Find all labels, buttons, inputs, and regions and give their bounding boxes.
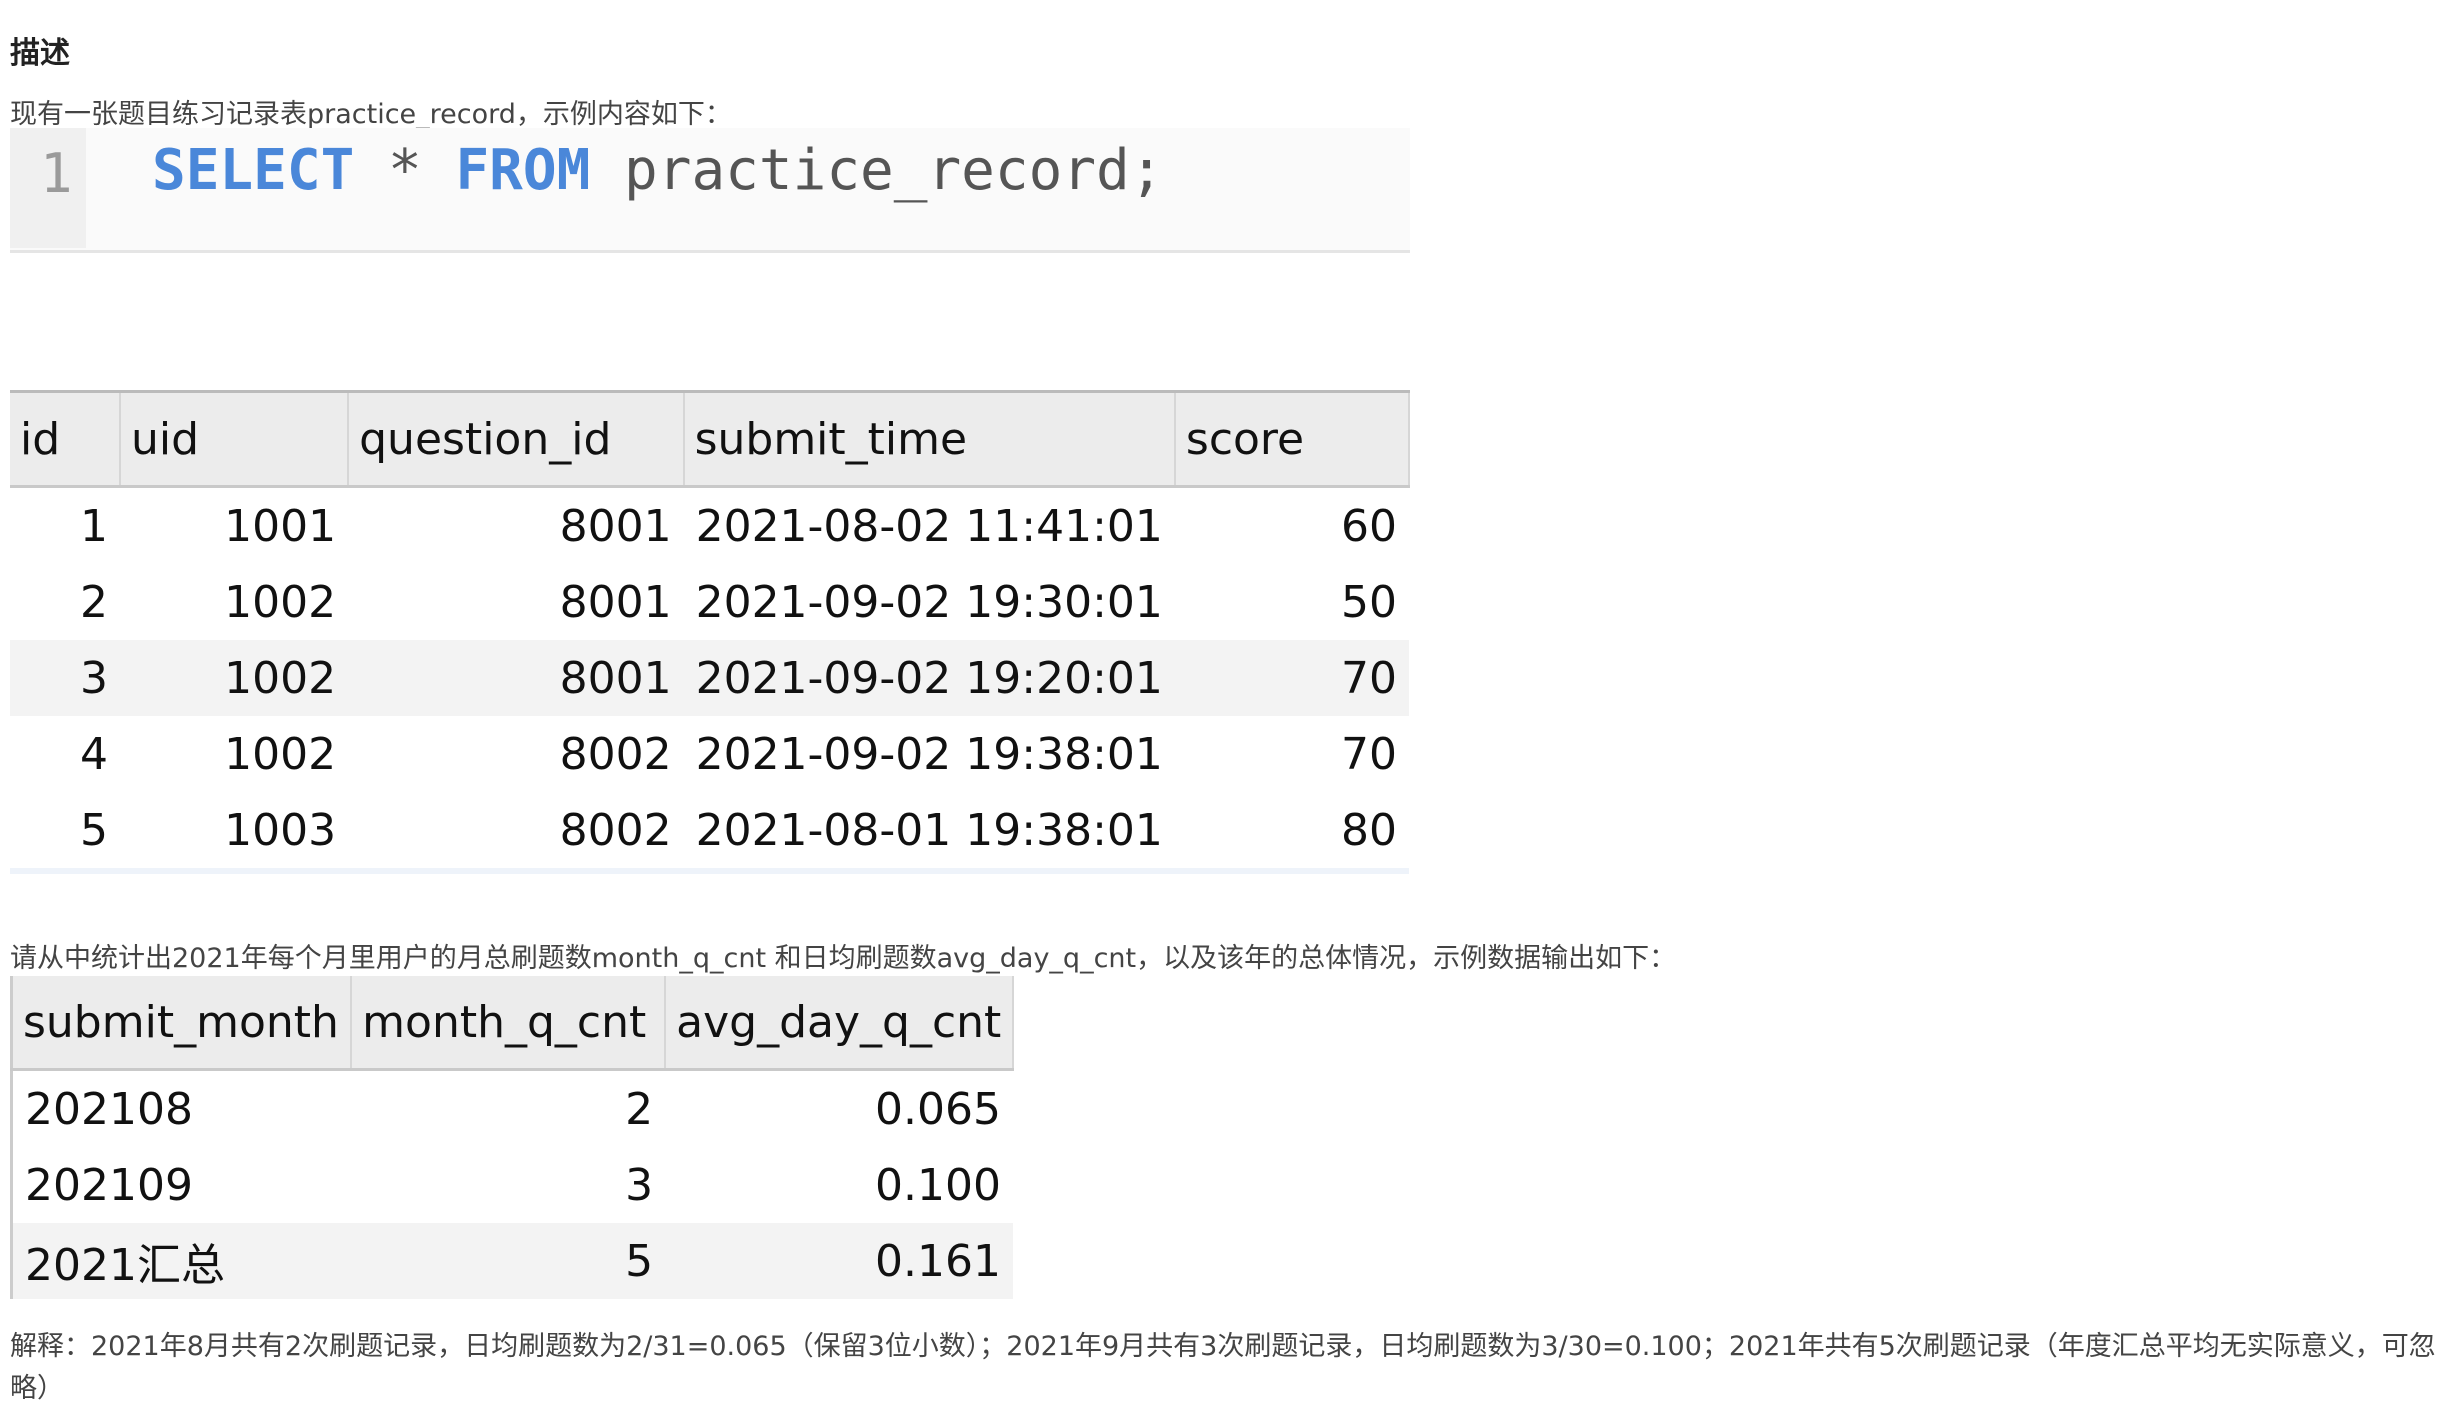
cell-month-q-cnt: 3 [625,1159,654,1211]
intro-text: 现有一张题目练习记录表practice_record，示例内容如下： [10,99,732,130]
code-block: 1 SELECT * FROM practice_record; [10,128,1410,253]
cell-submit-time: 2021-09-02 19:38:01 [695,728,1163,780]
cell-score: 50 [1341,576,1397,628]
cell-question-id: 8001 [559,500,672,552]
cell-question-id: 8001 [559,576,672,628]
table-row: 5 1003 8002 2021-08-01 19:38:01 80 [10,792,1409,874]
table-row: 202108 2 0.065 [12,1070,1014,1148]
cell-score: 60 [1341,500,1397,552]
column-header: submit_month [11,976,353,1070]
cell-id: 5 [10,792,120,874]
cell-question-id: 8002 [559,728,672,780]
result-table: submit_month month_q_cnt avg_day_q_cnt 2… [10,976,1014,1299]
code-star: * [354,138,456,203]
cell-submit-time: 2021-09-02 19:30:01 [695,576,1163,628]
column-header: submit_time [683,391,1176,487]
line-number: 1 [40,142,73,205]
cell-avg-day-q-cnt: 0.065 [875,1083,1001,1135]
table-row: 1 1001 8001 2021-08-02 11:41:01 60 [10,487,1409,565]
cell-id: 4 [79,728,108,780]
code-table-name: practice_record; [590,138,1164,203]
column-header: month_q_cnt [351,976,667,1070]
column-header: score [1174,391,1411,487]
cell-submit-month: 202109 [25,1159,193,1211]
cell-submit-month: 2021汇总 [11,1223,352,1299]
cell-submit-month: 202108 [25,1083,193,1135]
cell-month-q-cnt: 2 [625,1083,654,1135]
cell-id: 2 [79,576,108,628]
cell-score: 70 [1174,640,1409,716]
practice-record-table: id uid question_id submit_time score 1 1… [10,390,1411,874]
sql-code-line: SELECT * FROM practice_record; [152,138,1163,203]
cell-submit-time: 2021-08-01 19:38:01 [683,792,1175,874]
cell-avg-day-q-cnt: 0.161 [665,1223,1013,1299]
cell-id: 3 [10,640,120,716]
section-heading: 描述 [10,36,70,71]
cell-uid: 1001 [224,500,337,552]
cell-question-id: 8001 [348,640,684,716]
table-row: 2 1002 8001 2021-09-02 19:30:01 50 [10,564,1409,640]
table-row: 2021汇总 5 0.161 [11,1223,1013,1299]
keyword-select: SELECT [152,138,355,203]
column-header: avg_day_q_cnt [665,976,1014,1070]
column-header: id [10,391,121,487]
cell-uid: 1002 [119,640,349,716]
cell-uid: 1002 [224,576,337,628]
explanation-text: 解释：2021年8月共有2次刷题记录，日均刷题数为2/31=0.065（保留3位… [10,1331,2436,1404]
cell-month-q-cnt: 5 [351,1223,666,1299]
table-header-row: id uid question_id submit_time score [10,391,1411,487]
cell-submit-time: 2021-09-02 19:20:01 [683,640,1175,716]
cell-uid: 1002 [224,728,337,780]
cell-uid: 1003 [119,792,349,874]
cell-submit-time: 2021-08-02 11:41:01 [695,500,1163,552]
cell-score: 80 [1174,792,1409,874]
table-row: 4 1002 8002 2021-09-02 19:38:01 70 [10,716,1409,792]
table-row: 202109 3 0.100 [12,1147,1014,1223]
table-row: 3 1002 8001 2021-09-02 19:20:01 70 [10,640,1409,716]
cell-question-id: 8002 [348,792,684,874]
cell-score: 70 [1341,728,1397,780]
column-header: question_id [348,391,685,487]
keyword-from: FROM [455,138,591,203]
column-header: uid [119,391,350,487]
question-text: 请从中统计出2021年每个月里用户的月总刷题数month_q_cnt 和日均刷题… [10,943,1677,974]
table-header-row: submit_month month_q_cnt avg_day_q_cnt [11,976,1014,1070]
cell-avg-day-q-cnt: 0.100 [875,1159,1001,1211]
cell-id: 1 [79,500,108,552]
